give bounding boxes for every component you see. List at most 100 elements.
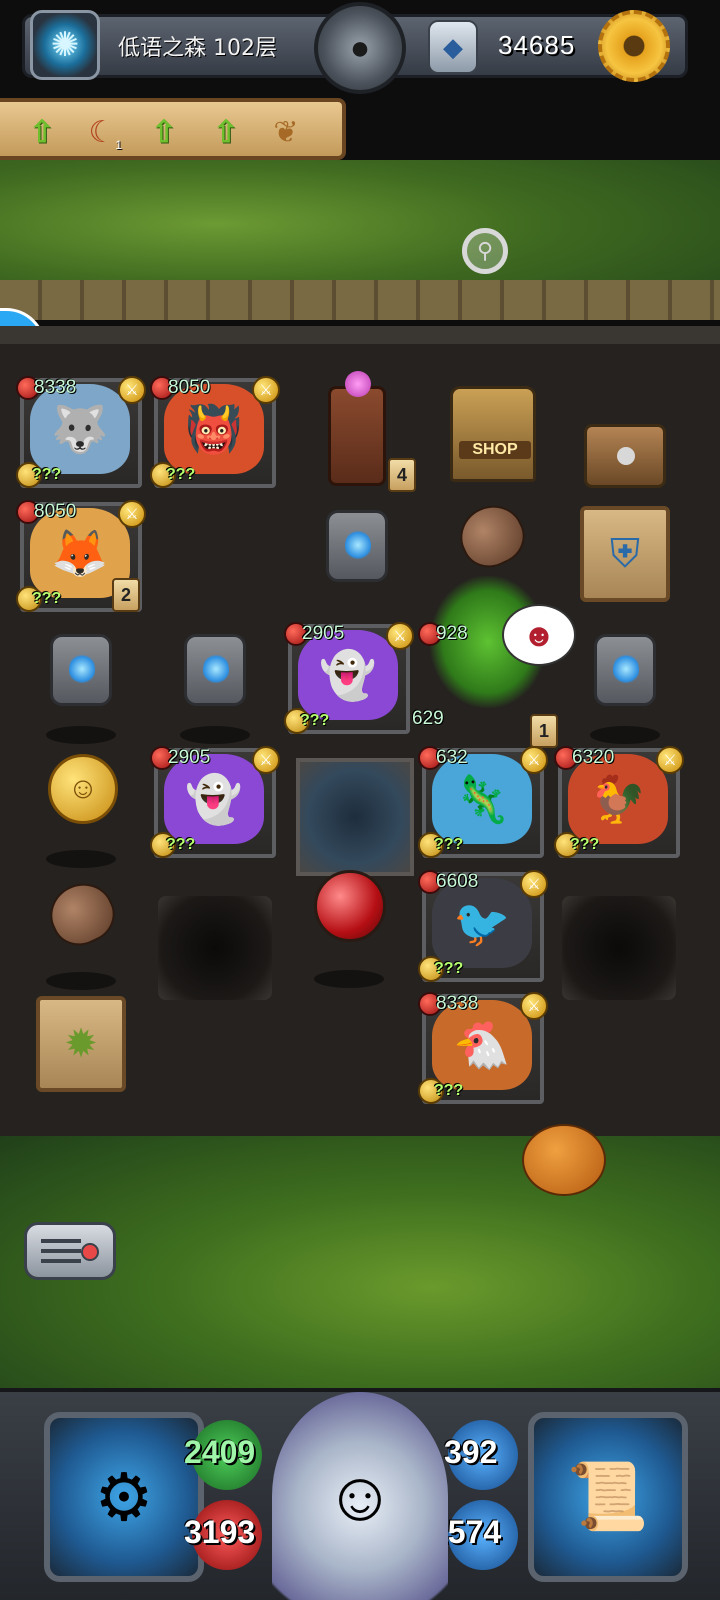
rune-stone-icon xyxy=(184,634,246,706)
cocoa-seed-icon xyxy=(450,495,534,577)
monster-tile[interactable]: 👻 2905 ⚔ ??? xyxy=(150,744,280,868)
monster-tile[interactable]: 🦎 632 ⚔ ??? xyxy=(418,744,548,868)
hp-badge: 2905 xyxy=(150,746,210,770)
treasure-chest-icon xyxy=(584,424,666,488)
arrow-up-icon[interactable]: ⇧ xyxy=(20,110,64,154)
bomb-button[interactable]: ● xyxy=(314,2,406,94)
arrow-up-icon[interactable]: ⇧ xyxy=(142,110,186,154)
sword-icon: ⚔ xyxy=(252,376,280,404)
crystal-count: 34685 xyxy=(498,30,576,60)
hp-badge: 6320 xyxy=(554,746,614,770)
hero-equipment-button[interactable]: ⚙ xyxy=(44,1412,204,1582)
pumpkin-icon xyxy=(522,1124,606,1196)
crystal-icon: ◆ xyxy=(428,20,478,74)
arrow-up-icon[interactable]: ⇧ xyxy=(204,110,248,154)
stairs-down[interactable] xyxy=(296,758,414,876)
rune-stone-tile[interactable] xyxy=(560,620,690,744)
rune-stone-tile[interactable] xyxy=(150,620,280,744)
timer-badge: 1 xyxy=(530,714,558,748)
monster-tile[interactable]: 🐦 6608 ⚔ ??? xyxy=(418,868,548,992)
unknown-badge: ??? xyxy=(418,956,463,982)
sword-icon: ⚔ xyxy=(520,870,548,898)
monster-tile[interactable]: 🐔 8338 ⚔ ??? xyxy=(418,990,548,1114)
seed-tile[interactable] xyxy=(16,866,146,990)
notification-dot xyxy=(81,1243,99,1261)
tile-shadow xyxy=(590,726,660,744)
sword-icon: ⚔ xyxy=(252,746,280,774)
monster-tile[interactable]: 🐺 8338 ⚔ ??? xyxy=(16,374,146,498)
potion-tile[interactable] xyxy=(284,860,414,988)
unknown-badge: ??? xyxy=(16,586,61,612)
sword-icon: ⚔ xyxy=(118,500,146,528)
scroll-tile[interactable]: ✹ xyxy=(16,990,146,1114)
jungle-border-top xyxy=(0,160,720,320)
grass-scroll-icon: ✹ xyxy=(36,996,126,1092)
tile-shadow xyxy=(46,972,116,990)
skill-count: 1 xyxy=(115,138,122,152)
hole-tile xyxy=(554,888,684,1012)
plant-hp-badge: 629 xyxy=(412,708,444,729)
compass-helmet-icon: ⚙ xyxy=(94,1459,154,1534)
sword-icon: ⚔ xyxy=(520,992,548,1020)
hero-avatar[interactable]: ☺ xyxy=(272,1392,448,1600)
rune-stone-tile[interactable] xyxy=(16,620,146,744)
floor-hole xyxy=(158,896,272,1000)
pumpkin-coin-icon: ☺ xyxy=(48,754,118,824)
red-potion-icon xyxy=(314,870,386,942)
hp-badge: 2905 xyxy=(284,622,344,646)
monster-tile[interactable]: 👻 2905 ⚔ ??? xyxy=(284,620,414,744)
unknown-badge: ??? xyxy=(150,832,195,858)
hp-stat: 3193 xyxy=(184,1514,256,1550)
shop-icon: SHOP xyxy=(450,386,536,482)
bomb-icon: ● xyxy=(349,28,371,67)
fox-skill-icon[interactable]: ☾ 1 xyxy=(80,110,124,154)
sword-icon: ⚔ xyxy=(386,622,414,650)
floor-name: 低语之森 102层 xyxy=(118,36,277,61)
attack-stat: 2409 xyxy=(184,1434,256,1470)
unknown-badge: ??? xyxy=(16,462,61,488)
hp-badge: 8050 xyxy=(150,376,210,400)
shop-label: SHOP xyxy=(459,441,531,459)
monster-tile[interactable]: 👹 8050 ⚔ ??? xyxy=(150,374,280,498)
hero-face-icon: ☺ xyxy=(324,1457,396,1535)
unknown-badge: ??? xyxy=(554,832,599,858)
unknown-badge: ??? xyxy=(150,462,195,488)
monster-tile[interactable]: 🐓 6320 ⚔ ??? xyxy=(554,744,684,868)
unknown-badge: ??? xyxy=(418,1078,463,1104)
coin-tile[interactable]: ☺ xyxy=(16,744,146,868)
defense-stat: 392 xyxy=(444,1434,498,1470)
monster-tile[interactable]: 🦊 8050 ⚔ ??? 2 xyxy=(16,498,146,622)
shield-scroll-icon: ⛨ xyxy=(580,506,670,602)
rune-stone-icon xyxy=(50,634,112,706)
portal-icon: ✺ xyxy=(50,26,80,64)
hp-badge: 928 xyxy=(418,622,468,646)
rune-stone-icon xyxy=(594,634,656,706)
spellbook-icon: 📜 xyxy=(566,1459,650,1533)
sword-icon: ⚔ xyxy=(520,746,548,774)
tile-shadow xyxy=(314,970,384,988)
shop-tile[interactable]: SHOP xyxy=(426,378,556,502)
tile-shadow xyxy=(46,726,116,744)
cookie-skill-icon[interactable]: ❦ xyxy=(264,110,308,154)
magnifier-icon[interactable]: ⚲ xyxy=(462,228,508,274)
gear-icon[interactable] xyxy=(598,10,670,82)
rune-stone-icon xyxy=(326,510,388,582)
menu-button[interactable] xyxy=(24,1222,116,1280)
hp-badge: 8338 xyxy=(418,992,478,1016)
unknown-badge: ??? xyxy=(284,708,329,734)
tile-shadow xyxy=(180,726,250,744)
rune-stone-tile[interactable] xyxy=(292,496,422,620)
cocoa-seed-icon xyxy=(40,873,124,955)
inventory-button[interactable]: 📜 xyxy=(528,1412,688,1582)
timer-badge: 2 xyxy=(112,578,140,612)
hp-badge: 6608 xyxy=(418,870,478,894)
hp-badge: 632 xyxy=(418,746,468,770)
hp-badge: 8338 xyxy=(16,376,76,400)
portal-button[interactable]: ✺ xyxy=(30,10,100,80)
skill-bar: ⇧ ☾ 1 ⇧ ⇧ ❦ xyxy=(0,98,346,160)
scroll-tile[interactable]: ⛨ xyxy=(560,500,690,624)
menu-lines-icon xyxy=(41,1239,81,1263)
floor-hole xyxy=(562,896,676,1000)
hole-tile xyxy=(150,888,280,1012)
totem-tile[interactable]: 4 xyxy=(292,371,422,502)
